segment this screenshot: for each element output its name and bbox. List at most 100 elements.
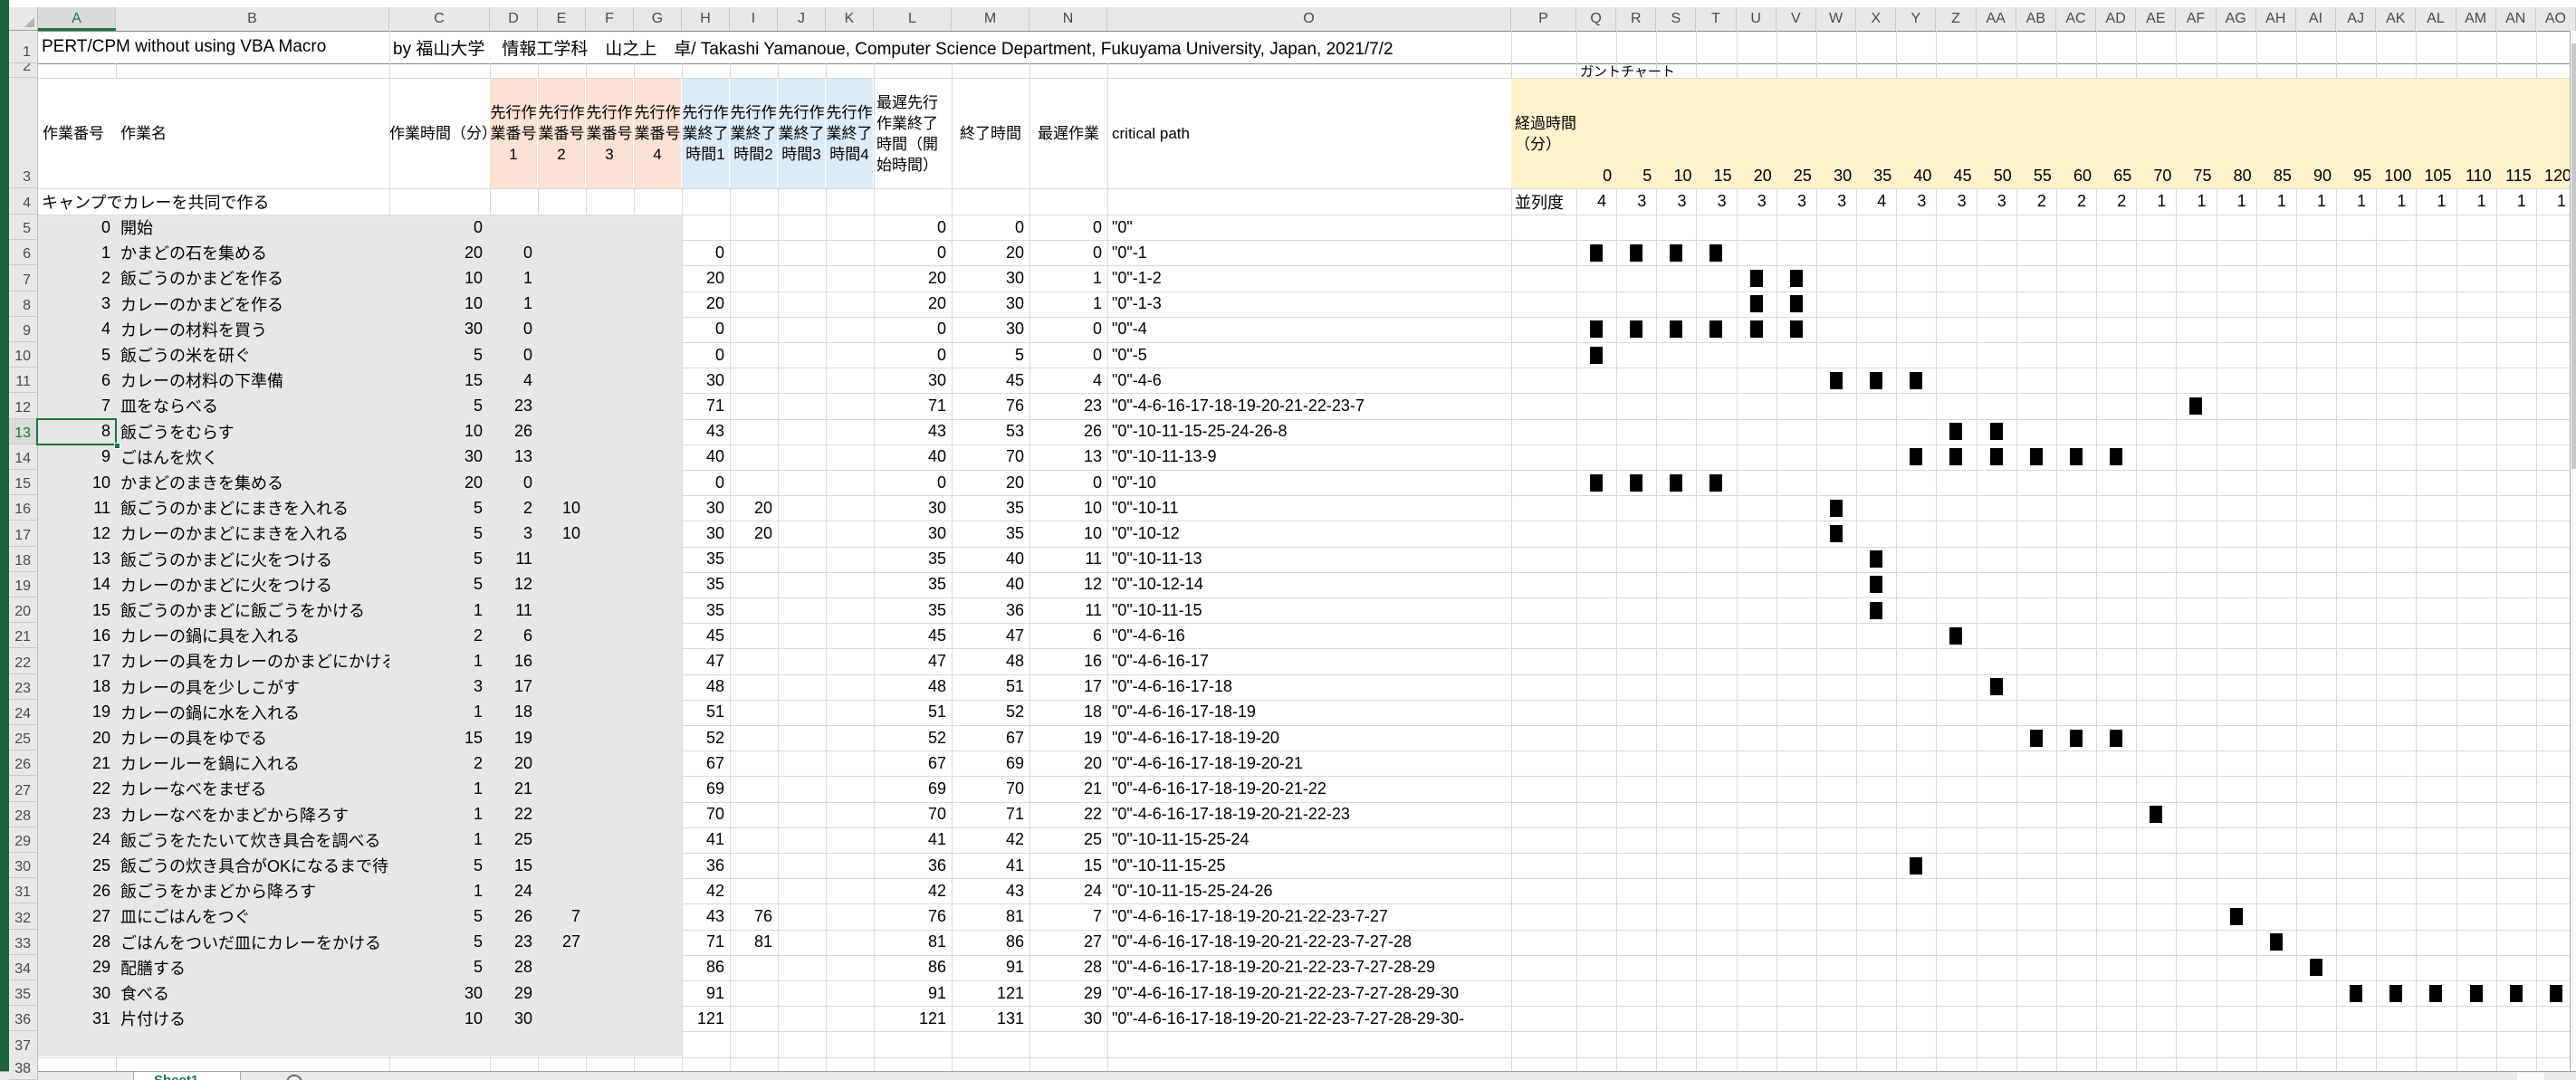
- active-sheet-tab[interactable]: Sheet1: [134, 1072, 241, 1080]
- cell-B34[interactable]: 配膳する: [116, 955, 389, 980]
- cell-B6[interactable]: かまどの石を集める: [116, 240, 389, 265]
- parallelism-value[interactable]: 1: [2136, 188, 2176, 215]
- column-header-W[interactable]: W: [1816, 7, 1856, 31]
- column-header-C[interactable]: C: [389, 7, 490, 31]
- cell-A5[interactable]: 0: [38, 215, 116, 240]
- cell-I32[interactable]: 76: [730, 903, 778, 929]
- cell-N32[interactable]: 7: [1029, 903, 1107, 929]
- cell-O10[interactable]: "0"-5: [1107, 342, 1511, 368]
- parallelism-value[interactable]: 3: [1977, 188, 2016, 215]
- cell-L27[interactable]: 69: [874, 776, 952, 801]
- cell-M23[interactable]: 51: [952, 674, 1029, 700]
- row-header-1[interactable]: 1: [9, 31, 38, 63]
- parallelism-value[interactable]: 3: [1816, 188, 1856, 215]
- header-pred-end-2[interactable]: 先行作業終了時間2: [730, 79, 778, 188]
- cell-E36[interactable]: [538, 1006, 586, 1031]
- cell-I9[interactable]: [730, 317, 778, 342]
- cell-M15[interactable]: 20: [952, 470, 1029, 495]
- cell-A12[interactable]: 7: [38, 393, 116, 418]
- cell-C30[interactable]: 5: [389, 853, 490, 878]
- cell-M9[interactable]: 30: [952, 317, 1029, 342]
- column-header-AL[interactable]: AL: [2416, 7, 2456, 31]
- cell-N21[interactable]: 6: [1029, 623, 1107, 648]
- cell-D24[interactable]: 18: [490, 700, 538, 725]
- cell-D23[interactable]: 17: [490, 674, 538, 700]
- column-header-AF[interactable]: AF: [2176, 7, 2216, 31]
- header-pred-end-1[interactable]: 先行作業終了時間1: [682, 79, 730, 188]
- cell-N30[interactable]: 15: [1029, 853, 1107, 878]
- cell-B12[interactable]: 皿をならべる: [116, 393, 389, 418]
- time-tick-50[interactable]: 50: [1977, 79, 2016, 188]
- cell-C13[interactable]: 10: [389, 419, 490, 444]
- row-header-25[interactable]: 25: [9, 725, 38, 750]
- cell-C32[interactable]: 5: [389, 903, 490, 929]
- cell-L12[interactable]: 71: [874, 393, 952, 418]
- cell-A24[interactable]: 19: [38, 700, 116, 725]
- time-tick-80[interactable]: 80: [2217, 79, 2256, 188]
- cell-D27[interactable]: 21: [490, 776, 538, 801]
- cell-B29[interactable]: 飯ごうをたたいて炊き具合を調べる: [116, 827, 389, 853]
- cell-C33[interactable]: 5: [389, 930, 490, 955]
- row-header-14[interactable]: 14: [9, 444, 38, 470]
- time-tick-70[interactable]: 70: [2136, 79, 2176, 188]
- cell-O19[interactable]: "0"-10-12-14: [1107, 572, 1511, 597]
- cell-A17[interactable]: 12: [38, 521, 116, 546]
- cell-I8[interactable]: [730, 292, 778, 317]
- header-duration[interactable]: 作業時間（分）: [389, 79, 490, 188]
- add-sheet-button[interactable]: [286, 1075, 302, 1080]
- cell-M16[interactable]: 35: [952, 495, 1029, 521]
- cell-L33[interactable]: 81: [874, 930, 952, 955]
- row-header-24[interactable]: 24: [9, 700, 38, 725]
- cell-N7[interactable]: 1: [1029, 265, 1107, 291]
- cell-C12[interactable]: 5: [389, 393, 490, 418]
- time-tick-25[interactable]: 25: [1776, 79, 1816, 188]
- header-pred-end-4[interactable]: 先行作業終了時間4: [826, 79, 874, 188]
- cell-H33[interactable]: 71: [682, 930, 730, 955]
- header-pred-end-3[interactable]: 先行作業終了時間3: [778, 79, 826, 188]
- cell-D15[interactable]: 0: [490, 470, 538, 495]
- cell-A8[interactable]: 3: [38, 292, 116, 317]
- cell-B31[interactable]: 飯ごうをかまどから降ろす: [116, 878, 389, 903]
- cell-N26[interactable]: 20: [1029, 750, 1107, 776]
- cell-E11[interactable]: [538, 368, 586, 393]
- cell-O16[interactable]: "0"-10-11: [1107, 495, 1511, 521]
- cell-L28[interactable]: 70: [874, 802, 952, 827]
- parallelism-value[interactable]: 1: [2376, 188, 2416, 215]
- cell-C7[interactable]: 10: [389, 265, 490, 291]
- cell-H17[interactable]: 30: [682, 521, 730, 546]
- cell-N9[interactable]: 0: [1029, 317, 1107, 342]
- cell-M10[interactable]: 5: [952, 342, 1029, 368]
- cell-E26[interactable]: [538, 750, 586, 776]
- column-header-I[interactable]: I: [730, 7, 778, 31]
- cell-E15[interactable]: [538, 470, 586, 495]
- cell-I36[interactable]: [730, 1006, 778, 1031]
- parallelism-value[interactable]: 1: [2256, 188, 2296, 215]
- cell-M36[interactable]: 131: [952, 1006, 1029, 1031]
- cell-B14[interactable]: ごはんを炊く: [116, 444, 389, 470]
- time-tick-45[interactable]: 45: [1936, 79, 1976, 188]
- cell-C15[interactable]: 20: [389, 470, 490, 495]
- cell-E20[interactable]: [538, 597, 586, 623]
- cell-C25[interactable]: 15: [389, 725, 490, 750]
- time-tick-100[interactable]: 100: [2376, 79, 2416, 188]
- cell-H21[interactable]: 45: [682, 623, 730, 648]
- parallelism-value[interactable]: 1: [2416, 188, 2456, 215]
- cell-L20[interactable]: 35: [874, 597, 952, 623]
- cell-B8[interactable]: カレーのかまどを作る: [116, 292, 389, 317]
- row-header-7[interactable]: 7: [9, 265, 38, 291]
- header-task-name[interactable]: 作業名: [116, 79, 389, 188]
- cell-B20[interactable]: 飯ごうのかまどに飯ごうをかける: [116, 597, 389, 623]
- cell-L14[interactable]: 40: [874, 444, 952, 470]
- cell-O15[interactable]: "0"-10: [1107, 470, 1511, 495]
- cell-A16[interactable]: 11: [38, 495, 116, 521]
- column-header-S[interactable]: S: [1656, 7, 1696, 31]
- cell-E27[interactable]: [538, 776, 586, 801]
- cell-H15[interactable]: 0: [682, 470, 730, 495]
- cell-I19[interactable]: [730, 572, 778, 597]
- cell-D30[interactable]: 15: [490, 853, 538, 878]
- row-header-13[interactable]: 13: [9, 419, 38, 444]
- column-header-AH[interactable]: AH: [2256, 7, 2296, 31]
- row-header-33[interactable]: 33: [9, 930, 38, 955]
- cell-H7[interactable]: 20: [682, 265, 730, 291]
- cell-D22[interactable]: 16: [490, 648, 538, 674]
